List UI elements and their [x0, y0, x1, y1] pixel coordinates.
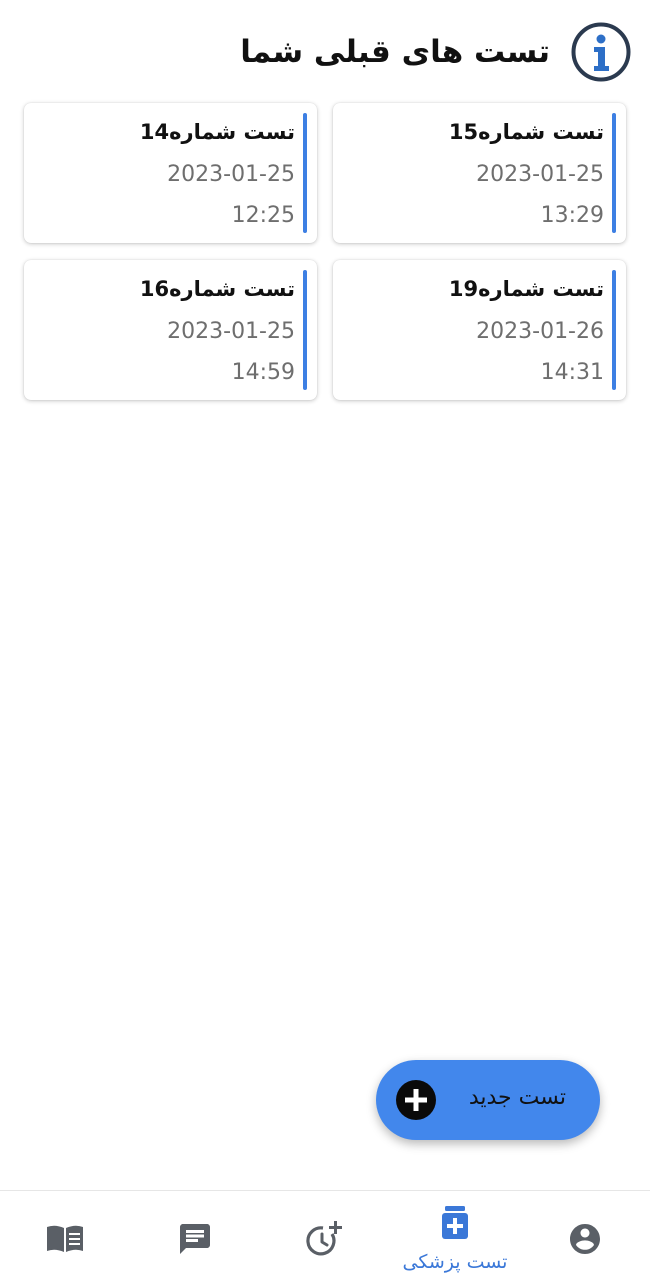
test-card[interactable]: تست شماره15 2023-01-25 13:29: [333, 103, 626, 243]
medical-test-icon: [442, 1206, 468, 1239]
nav-chat[interactable]: [130, 1191, 260, 1280]
test-time: 12:25: [231, 203, 295, 228]
test-title: تست شماره15: [448, 120, 604, 144]
card-accent-bar: [303, 113, 307, 233]
test-card[interactable]: تست شماره16 2023-01-25 14:59: [24, 260, 317, 400]
new-test-button[interactable]: تست جدید: [376, 1060, 600, 1140]
test-card[interactable]: تست شماره14 2023-01-25 12:25: [24, 103, 317, 243]
card-accent-bar: [303, 270, 307, 390]
screen: تست های قبلی شما تست شماره15 2023-01-25 …: [0, 0, 650, 1280]
card-accent-bar: [612, 270, 616, 390]
nav-medical-test-label: تست پزشکی: [402, 1251, 508, 1273]
nav-medical-test[interactable]: تست پزشکی: [390, 1191, 520, 1280]
nav-history[interactable]: [260, 1191, 390, 1280]
plus-circle-icon: [396, 1080, 436, 1120]
page-title: تست های قبلی شما: [240, 34, 550, 70]
test-date: 2023-01-25: [167, 319, 295, 344]
tests-grid: تست شماره15 2023-01-25 13:29 تست شماره14…: [24, 103, 626, 400]
chat-message-icon: [180, 1224, 210, 1254]
test-time: 14:59: [231, 360, 295, 385]
test-title: تست شماره16: [139, 277, 295, 301]
history-add-icon: [306, 1221, 342, 1256]
book-icon: [47, 1225, 83, 1252]
card-accent-bar: [612, 113, 616, 233]
test-date: 2023-01-26: [476, 319, 604, 344]
account-circle-icon: [570, 1224, 600, 1254]
nav-book[interactable]: [0, 1191, 130, 1280]
page-header: تست های قبلی شما: [18, 20, 632, 84]
test-time: 13:29: [540, 203, 604, 228]
test-title: تست شماره19: [448, 277, 604, 301]
test-date: 2023-01-25: [476, 162, 604, 187]
test-time: 14:31: [540, 360, 604, 385]
info-icon[interactable]: [570, 21, 632, 83]
test-title: تست شماره14: [139, 120, 295, 144]
new-test-label: تست جدید: [468, 1085, 566, 1110]
test-date: 2023-01-25: [167, 162, 295, 187]
bottom-navigation: تست پزشکی: [0, 1190, 650, 1280]
test-card[interactable]: تست شماره19 2023-01-26 14:31: [333, 260, 626, 400]
nav-profile[interactable]: [520, 1191, 650, 1280]
